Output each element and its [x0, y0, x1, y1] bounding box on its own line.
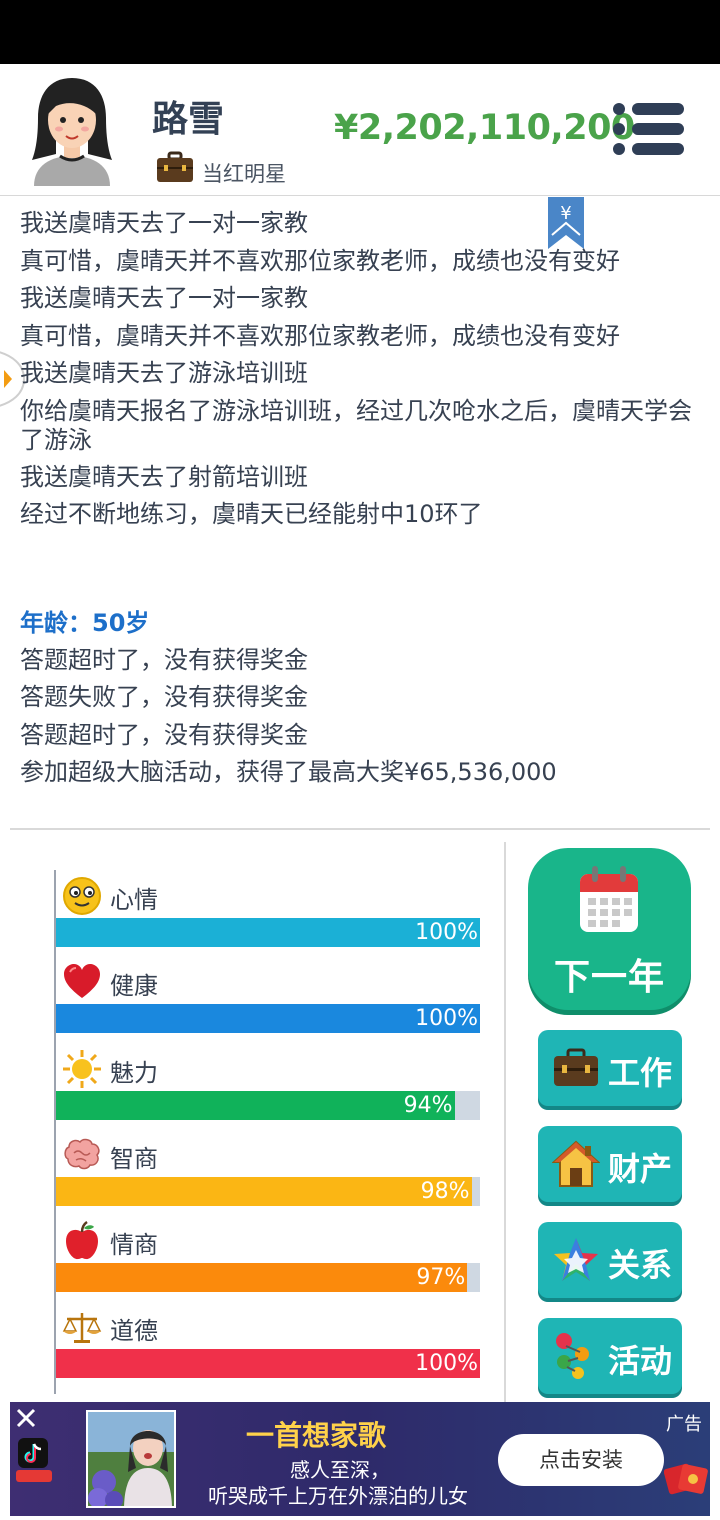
stat-percent: 97%: [416, 1265, 466, 1290]
log-entry: 真可惜，虞晴天并不喜欢那位家教老师，成绩也没有变好: [20, 321, 620, 350]
activities-icon: [556, 1333, 589, 1379]
money-balance: ¥2,202,110,200: [334, 108, 635, 148]
stat-label: 健康: [110, 972, 158, 1000]
scales-icon: [62, 1313, 102, 1343]
ad-thumbnail: [86, 1410, 176, 1508]
stat-health: 健康 100%: [56, 958, 480, 1038]
brain-icon: [64, 1138, 100, 1170]
log-entry: 我送虞晴天去了游泳培训班: [20, 359, 308, 387]
ad-text-line-2: 听哭成千上万在外漂泊的儿女: [208, 1484, 468, 1508]
stat-bar: 100%: [56, 1004, 480, 1033]
stat-bar-fill: [56, 1263, 468, 1292]
stat-bar-fill: [56, 1177, 472, 1206]
log-entry: 经过不断地练习，虞晴天已经能射中10环了: [20, 500, 483, 528]
job-title: 当红明星: [202, 162, 286, 186]
stat-eq: 情商 97%: [56, 1217, 480, 1297]
ad-label: 广告: [666, 1414, 702, 1435]
stat-charm: 魅力 94%: [56, 1045, 480, 1125]
tiktok-logo-icon: [18, 1438, 48, 1468]
stat-morality: 道德 100%: [56, 1303, 480, 1383]
log-entry: 我送虞晴天去了射箭培训班: [20, 462, 308, 491]
log-entry: 参加超级大脑活动，获得了最高大奖¥65,536,000: [20, 758, 557, 786]
activities-label: 活动: [608, 1342, 673, 1380]
ad-banner[interactable]: 广告 一首想家歌 感人至深， 听哭成千上万在外漂泊的儿女 点击安装: [10, 1402, 710, 1516]
player-header: 路雪 当红明星 ¥2,202,110,200: [0, 64, 720, 196]
stat-bar: 100%: [56, 1349, 480, 1378]
status-bar: [0, 0, 720, 64]
stat-bar: 100%: [56, 918, 480, 947]
close-icon[interactable]: [14, 1406, 38, 1430]
log-entry: 我送虞晴天去了一对一家教: [20, 209, 308, 237]
panel-divider: [504, 842, 506, 1402]
stat-percent: 100%: [415, 1351, 478, 1376]
star-icon: [554, 1238, 598, 1281]
stat-percent: 94%: [403, 1093, 453, 1118]
stats-panel: 心情 100% 健康 100% 魅力 94% 智商 98% 情商 97% 道德 …: [54, 870, 480, 1394]
log-entry: 答题超时了，没有获得奖金: [20, 720, 308, 749]
stat-bar-fill: [56, 1091, 455, 1120]
ad-title: 一首想家歌: [246, 1419, 387, 1452]
next-year-label: 下一年: [553, 957, 665, 998]
work-label: 工作: [608, 1054, 673, 1092]
stat-mood: 心情 100%: [56, 872, 480, 952]
heart-icon: [64, 964, 100, 998]
ad-install-button[interactable]: 点击安装: [498, 1434, 664, 1486]
avatar[interactable]: [26, 74, 118, 186]
stat-percent: 98%: [420, 1179, 470, 1204]
red-envelope-icon: [664, 1463, 708, 1495]
next-year-button[interactable]: 下一年: [528, 848, 691, 1010]
house-icon: [552, 1140, 600, 1187]
log-spacer: [20, 534, 710, 604]
work-button[interactable]: 工作: [538, 1030, 682, 1106]
apple-icon: [66, 1221, 98, 1260]
briefcase-icon: [554, 1048, 598, 1086]
sun-icon: [63, 1050, 101, 1088]
stat-label: 魅力: [110, 1059, 158, 1087]
log-entry: 你给虞晴天报名了游泳培训班，经过几次呛水之后，虞晴天学会了游泳: [20, 396, 692, 454]
ad-tag: [16, 1470, 52, 1482]
stat-percent: 100%: [415, 920, 478, 945]
event-log: 我送虞晴天去了一对一家教 真可惜，虞晴天并不喜欢那位家教老师，成绩也没有变好 我…: [20, 205, 710, 792]
log-entry: 答题失败了，没有获得奖金: [20, 683, 308, 711]
stat-label: 心情: [110, 886, 158, 914]
stat-percent: 100%: [415, 1006, 478, 1031]
age-heading: 年龄：50岁: [20, 608, 150, 637]
activities-button[interactable]: 活动: [538, 1318, 682, 1394]
relations-label: 关系: [608, 1246, 673, 1284]
stat-label: 情商: [110, 1231, 158, 1259]
section-divider: [10, 828, 710, 830]
briefcase-icon: [157, 151, 193, 182]
log-entry: 真可惜，虞晴天并不喜欢那位家教老师，成绩也没有变好: [20, 246, 620, 275]
stat-bar: 94%: [56, 1091, 480, 1120]
stat-bar: 97%: [56, 1263, 480, 1292]
property-button[interactable]: 财产: [538, 1126, 682, 1202]
calendar-icon: [580, 866, 638, 932]
stat-iq: 智商 98%: [56, 1131, 480, 1211]
player-name: 路雪: [152, 99, 225, 140]
property-label: 财产: [608, 1150, 673, 1188]
relations-button[interactable]: 关系: [538, 1222, 682, 1298]
ad-text-line-1: 感人至深，: [290, 1458, 390, 1482]
log-entry: 我送虞晴天去了一对一家教: [20, 284, 308, 312]
smiley-icon: [63, 877, 101, 915]
game-screen: 路雪 当红明星 ¥2,202,110,200 ¥ 我送虞晴天去了一对一家教 真可…: [0, 0, 720, 1520]
stat-label: 道德: [110, 1317, 158, 1345]
stat-bar: 98%: [56, 1177, 480, 1206]
stat-label: 智商: [110, 1145, 158, 1173]
menu-icon[interactable]: [610, 100, 686, 158]
log-entry: 答题超时了，没有获得奖金: [20, 645, 308, 674]
